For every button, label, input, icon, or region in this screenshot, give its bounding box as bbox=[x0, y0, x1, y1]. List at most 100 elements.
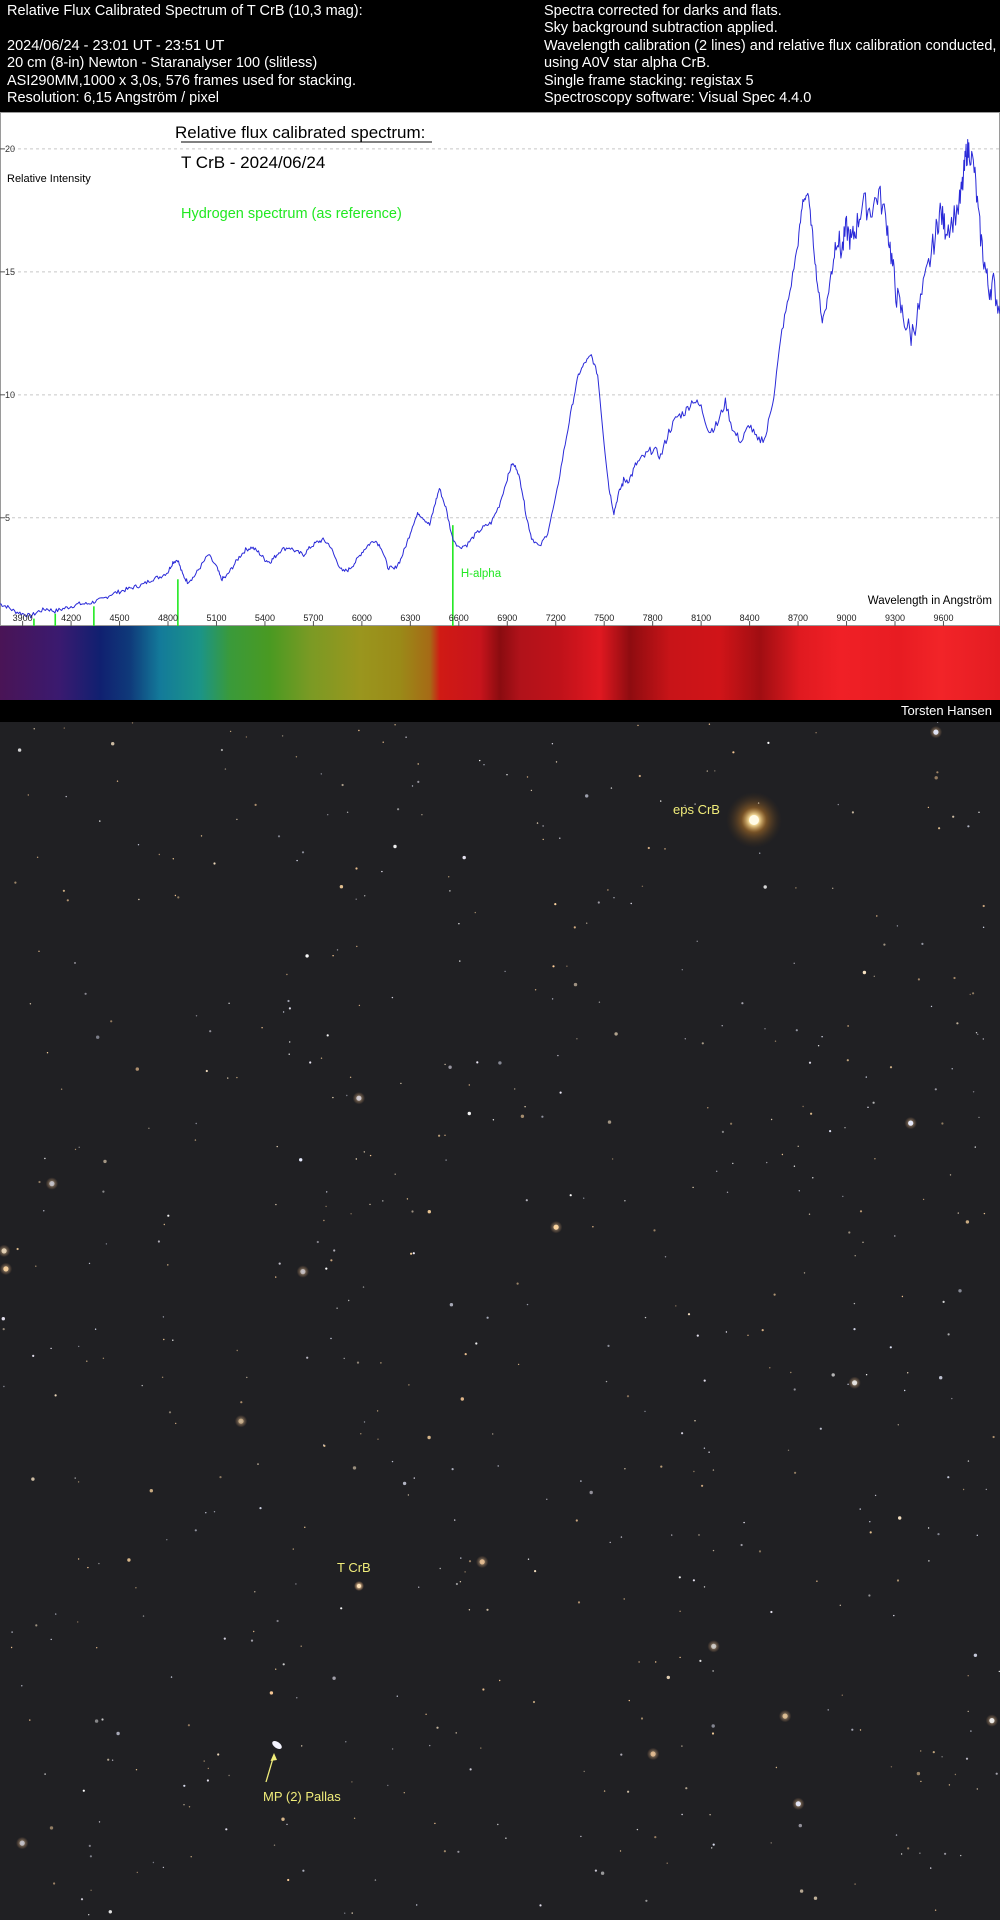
star bbox=[922, 1198, 925, 1201]
star bbox=[167, 1264, 169, 1266]
star bbox=[236, 1076, 238, 1079]
author-credit: Torsten Hansen bbox=[900, 703, 992, 718]
star bbox=[364, 895, 366, 897]
star bbox=[944, 1852, 947, 1855]
star bbox=[967, 1675, 969, 1677]
star bbox=[236, 1349, 238, 1352]
star bbox=[819, 1427, 822, 1430]
star bbox=[637, 724, 639, 727]
star bbox=[767, 741, 770, 744]
star bbox=[116, 780, 119, 782]
star bbox=[102, 1190, 105, 1193]
star bbox=[436, 1726, 439, 1729]
star bbox=[701, 1484, 704, 1487]
star bbox=[356, 1095, 362, 1101]
star bbox=[869, 1521, 871, 1523]
star bbox=[889, 1066, 893, 1069]
star bbox=[703, 1379, 706, 1382]
star bbox=[803, 1272, 806, 1274]
star bbox=[932, 1751, 935, 1754]
star bbox=[554, 903, 557, 906]
star bbox=[254, 1591, 256, 1593]
star bbox=[769, 1367, 771, 1369]
star bbox=[526, 1303, 529, 1306]
star bbox=[19, 1840, 25, 1846]
star bbox=[933, 729, 939, 735]
star bbox=[332, 1096, 334, 1099]
star bbox=[35, 1265, 37, 1267]
star bbox=[976, 1534, 978, 1536]
star bbox=[937, 1533, 940, 1536]
star bbox=[504, 970, 506, 973]
star bbox=[958, 1289, 962, 1293]
star bbox=[17, 748, 22, 752]
star bbox=[227, 1077, 229, 1079]
star bbox=[141, 1384, 143, 1387]
star bbox=[869, 1531, 872, 1534]
star bbox=[427, 1210, 431, 1214]
star bbox=[978, 811, 980, 813]
star bbox=[35, 1624, 38, 1627]
star bbox=[352, 1466, 357, 1470]
star bbox=[400, 1082, 402, 1085]
star bbox=[219, 1476, 222, 1479]
star bbox=[619, 1850, 622, 1852]
star bbox=[355, 898, 357, 900]
star bbox=[135, 1067, 139, 1071]
star bbox=[223, 1637, 226, 1640]
header-left-line bbox=[7, 20, 363, 37]
star-field-image: eps CrB T CrB MP (2) Pallas bbox=[0, 722, 1000, 1920]
star bbox=[346, 1094, 348, 1097]
star bbox=[282, 1011, 285, 1013]
spectrum-strip-svg bbox=[0, 626, 1000, 700]
star bbox=[934, 1909, 937, 1911]
star bbox=[434, 1822, 436, 1825]
star bbox=[908, 1120, 914, 1126]
star bbox=[965, 1757, 969, 1760]
star bbox=[978, 1116, 980, 1119]
star bbox=[320, 773, 322, 775]
star bbox=[54, 1394, 57, 1397]
star bbox=[11, 1631, 13, 1633]
star bbox=[253, 1630, 255, 1633]
star bbox=[377, 1438, 379, 1440]
star bbox=[934, 1088, 937, 1091]
star bbox=[157, 1240, 160, 1243]
star bbox=[896, 925, 899, 927]
star bbox=[96, 1035, 100, 1039]
star bbox=[304, 1526, 306, 1528]
star bbox=[259, 1507, 262, 1510]
star bbox=[927, 1527, 930, 1529]
star bbox=[936, 771, 939, 774]
x-tick-label: 7800 bbox=[643, 613, 663, 623]
star bbox=[951, 1068, 953, 1070]
star bbox=[449, 890, 451, 892]
star bbox=[585, 794, 589, 798]
star bbox=[407, 1494, 410, 1496]
star bbox=[44, 1773, 46, 1775]
star bbox=[309, 1061, 312, 1064]
star bbox=[837, 803, 839, 806]
star bbox=[358, 729, 360, 732]
x-tick-label: 5700 bbox=[303, 613, 323, 623]
sky-background bbox=[0, 722, 1000, 1920]
star bbox=[287, 1878, 290, 1882]
star bbox=[46, 1052, 49, 1054]
star bbox=[296, 1697, 298, 1699]
star bbox=[103, 1159, 107, 1164]
star bbox=[412, 1252, 415, 1255]
star bbox=[246, 1376, 248, 1379]
star bbox=[942, 1300, 945, 1303]
star bbox=[876, 915, 878, 917]
star bbox=[589, 1490, 593, 1495]
star bbox=[847, 1025, 849, 1027]
star bbox=[50, 1638, 52, 1641]
star bbox=[240, 1401, 243, 1404]
star bbox=[468, 1084, 470, 1086]
star bbox=[363, 1151, 365, 1153]
star bbox=[896, 1579, 900, 1582]
star bbox=[292, 1548, 294, 1550]
eps-crb-core bbox=[749, 815, 759, 825]
header-left-line: 2024/06/24 - 23:01 UT - 23:51 UT bbox=[7, 37, 225, 54]
star bbox=[867, 1106, 869, 1108]
